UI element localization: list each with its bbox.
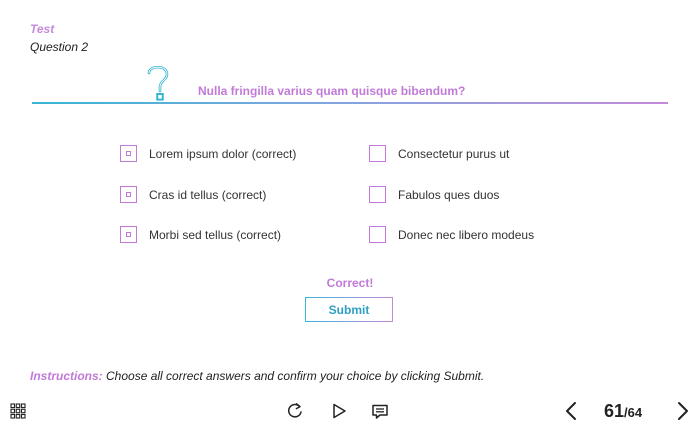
instructions-text: Choose all correct answers and confirm y… [102, 369, 485, 383]
play-icon[interactable] [330, 402, 348, 420]
check-mark-icon [126, 232, 131, 237]
page-total: /64 [624, 405, 643, 420]
checkbox-unchecked[interactable] [369, 226, 386, 243]
option-label: Morbi sed tellus (correct) [149, 227, 282, 242]
option-label: Consectetur purus ut [398, 146, 510, 161]
checkbox-unchecked[interactable] [369, 145, 386, 162]
question-text: Nulla fringilla varius quam quisque bibe… [198, 84, 466, 98]
checkbox-checked[interactable] [120, 226, 137, 243]
question-number: Question 2 [30, 40, 89, 54]
question-divider [32, 102, 668, 104]
checkbox-checked[interactable] [120, 145, 137, 162]
option-label: Cras id tellus (correct) [149, 187, 267, 202]
option-4[interactable]: Fabulos ques duos [369, 186, 499, 203]
instructions: Instructions: Choose all correct answers… [30, 369, 484, 383]
notes-icon[interactable] [371, 403, 389, 421]
submit-button[interactable]: Submit [305, 297, 393, 322]
replay-icon[interactable] [286, 402, 304, 420]
option-1[interactable]: Lorem ipsum dolor (correct) [120, 145, 296, 162]
option-2[interactable]: Consectetur purus ut [369, 145, 509, 162]
option-label: Donec nec libero modeus [398, 227, 535, 242]
checkbox-checked[interactable] [120, 186, 137, 203]
page-indicator: 61/64 [604, 401, 642, 422]
option-3[interactable]: Cras id tellus (correct) [120, 186, 266, 203]
page-current: 61 [604, 401, 625, 421]
instructions-label: Instructions: [30, 369, 103, 383]
option-6[interactable]: Donec nec libero modeus [369, 226, 534, 243]
feedback-message: Correct! [326, 276, 374, 290]
test-label: Test [30, 22, 55, 36]
chevron-left-icon[interactable] [562, 401, 580, 421]
chevron-right-icon[interactable] [674, 401, 692, 421]
grid-menu-icon[interactable] [10, 403, 26, 419]
option-label: Fabulos ques duos [398, 187, 500, 202]
check-mark-icon [126, 192, 131, 197]
option-5[interactable]: Morbi sed tellus (correct) [120, 226, 281, 243]
check-mark-icon [126, 151, 131, 156]
checkbox-unchecked[interactable] [369, 186, 386, 203]
option-label: Lorem ipsum dolor (correct) [149, 146, 297, 161]
question-mark-icon [147, 65, 169, 101]
